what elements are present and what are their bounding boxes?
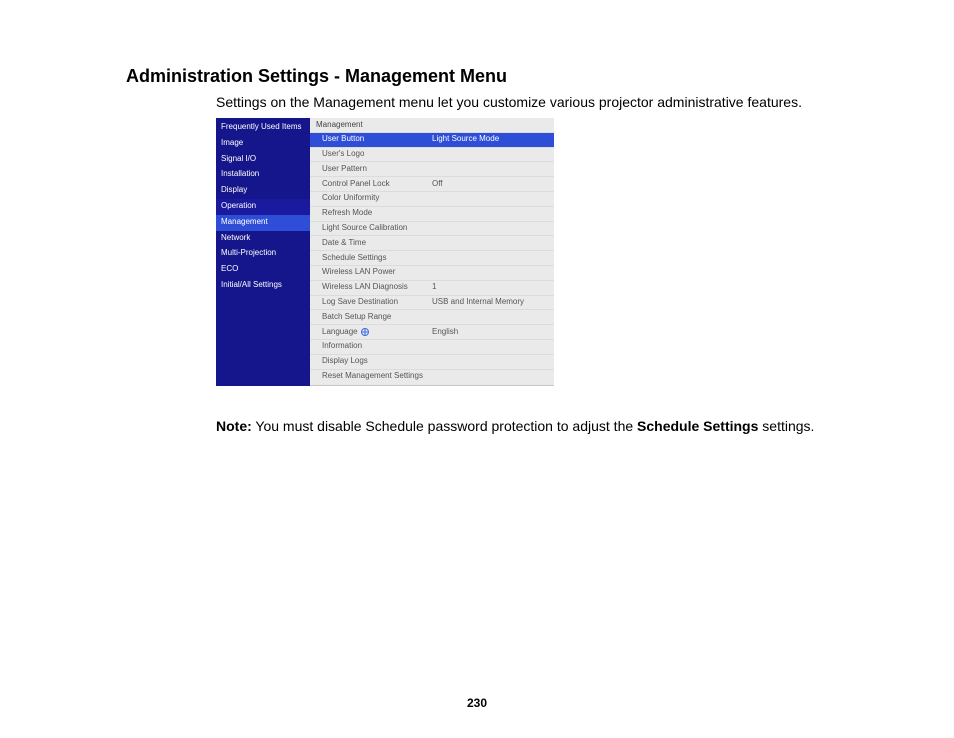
menu-row[interactable]: Wireless LAN Diagnosis1 bbox=[310, 280, 554, 295]
menu-row[interactable]: User ButtonLight Source Mode bbox=[310, 132, 554, 147]
menu-row[interactable]: Date & Time bbox=[310, 235, 554, 250]
menu-row[interactable]: Display Logs bbox=[310, 354, 554, 369]
sidebar-item[interactable]: Frequently Used Items bbox=[216, 120, 310, 136]
menu-row-label: Wireless LAN Diagnosis bbox=[322, 283, 432, 292]
menu-row-label: Log Save Destination bbox=[322, 298, 432, 307]
sidebar-item[interactable]: ECO bbox=[216, 262, 310, 278]
sidebar: Frequently Used ItemsImageSignal I/OInst… bbox=[216, 118, 310, 386]
sidebar-item[interactable]: Operation bbox=[216, 199, 310, 215]
menu-row[interactable]: Color Uniformity bbox=[310, 191, 554, 206]
globe-icon bbox=[361, 328, 369, 336]
menu-row-label: Date & Time bbox=[322, 239, 432, 248]
page-number: 230 bbox=[0, 696, 954, 710]
menu-row-label: User's Logo bbox=[322, 150, 432, 159]
menu-row-value: USB and Internal Memory bbox=[432, 298, 548, 307]
sidebar-item[interactable]: Management bbox=[216, 215, 310, 231]
menu-row[interactable]: Refresh Mode bbox=[310, 206, 554, 221]
note-bold: Schedule Settings bbox=[637, 418, 758, 434]
menu-row[interactable]: Wireless LAN Power bbox=[310, 265, 554, 280]
menu-row[interactable]: Reset Management Settings bbox=[310, 369, 554, 384]
menu-row-label: Control Panel Lock bbox=[322, 180, 432, 189]
menu-row[interactable]: Log Save DestinationUSB and Internal Mem… bbox=[310, 295, 554, 310]
menu-row[interactable]: Light Source Calibration bbox=[310, 221, 554, 236]
page: Administration Settings - Management Men… bbox=[0, 0, 954, 738]
menu-row[interactable]: User Pattern bbox=[310, 161, 554, 176]
content-section-title: Management bbox=[310, 118, 554, 132]
menu-row-label: Color Uniformity bbox=[322, 194, 432, 203]
sidebar-item[interactable]: Network bbox=[216, 231, 310, 247]
menu-row[interactable]: Control Panel LockOff bbox=[310, 176, 554, 191]
menu-row[interactable]: Schedule Settings bbox=[310, 250, 554, 265]
note-body-2: settings. bbox=[758, 418, 814, 434]
menu-row-value: Off bbox=[432, 180, 548, 189]
menu-row-value: English bbox=[432, 328, 548, 337]
menu-row[interactable]: Information bbox=[310, 339, 554, 354]
menu-row-label: Wireless LAN Power bbox=[322, 268, 432, 277]
menu-row-label: Batch Setup Range bbox=[322, 313, 432, 322]
menu-row-label: Language bbox=[322, 328, 432, 337]
menu-row[interactable]: Batch Setup Range bbox=[310, 309, 554, 324]
note: Note: You must disable Schedule password… bbox=[216, 418, 814, 434]
menu-row[interactable]: LanguageEnglish bbox=[310, 324, 554, 339]
content-panel: Management User ButtonLight Source ModeU… bbox=[310, 118, 554, 386]
menu-row-label: Refresh Mode bbox=[322, 209, 432, 218]
sidebar-item[interactable]: Signal I/O bbox=[216, 152, 310, 168]
menu-screenshot: Frequently Used ItemsImageSignal I/OInst… bbox=[216, 118, 554, 386]
sidebar-item[interactable]: Installation bbox=[216, 167, 310, 183]
menu-row-label: Schedule Settings bbox=[322, 254, 432, 263]
sidebar-item[interactable]: Display bbox=[216, 183, 310, 199]
menu-row-label: Reset Management Settings bbox=[322, 372, 432, 381]
menu-row[interactable]: User's Logo bbox=[310, 147, 554, 162]
sidebar-item[interactable]: Multi-Projection bbox=[216, 246, 310, 262]
sidebar-item[interactable]: Image bbox=[216, 136, 310, 152]
page-title: Administration Settings - Management Men… bbox=[126, 66, 507, 87]
menu-row-label: Display Logs bbox=[322, 357, 432, 366]
menu-row-label: User Button bbox=[322, 135, 432, 144]
content-footer: Network bbox=[310, 385, 554, 386]
sidebar-item[interactable]: Initial/All Settings bbox=[216, 278, 310, 294]
note-prefix: Note: bbox=[216, 418, 252, 434]
menu-row-label: User Pattern bbox=[322, 165, 432, 174]
menu-row-label: Information bbox=[322, 342, 432, 351]
note-body-1: You must disable Schedule password prote… bbox=[252, 418, 637, 434]
menu-row-value: Light Source Mode bbox=[432, 135, 548, 144]
menu-row-label: Light Source Calibration bbox=[322, 224, 432, 233]
menu-row-value: 1 bbox=[432, 283, 548, 292]
intro-text: Settings on the Management menu let you … bbox=[216, 94, 802, 110]
